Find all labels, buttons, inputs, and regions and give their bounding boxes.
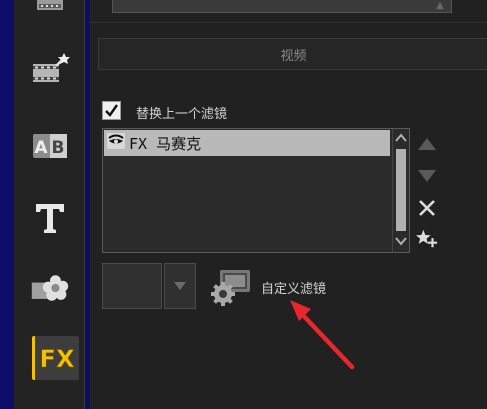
transition-a-glyph: A [34, 138, 48, 158]
scrollbar-thumb[interactable] [396, 149, 406, 231]
scroll-up-icon[interactable] [395, 132, 407, 144]
filter-options-panel: ▲ 视频 替换上一个滤镜 FX 马赛克 自定义滤镜 [90, 0, 487, 409]
chevron-down-icon [174, 282, 186, 290]
list-scrollbar[interactable] [392, 129, 409, 252]
replace-last-filter-label: 替换上一个滤镜 [136, 107, 228, 122]
favorite-add-icon[interactable] [416, 228, 438, 250]
move-up-icon[interactable] [416, 133, 438, 155]
library-toolbar: A B FX [14, 0, 85, 409]
top-arrow-icon[interactable]: ▲ [430, 0, 450, 12]
instant-project-icon[interactable] [30, 50, 70, 90]
preset-thumbnail-box[interactable] [102, 263, 162, 309]
applied-filters-list[interactable]: FX 马赛克 [102, 128, 410, 253]
custom-filter-label[interactable]: 自定义滤镜 [261, 278, 326, 297]
transition-b-glyph: B [52, 138, 65, 158]
move-down-icon[interactable] [416, 165, 438, 187]
list-item[interactable]: FX 马赛克 [104, 130, 390, 156]
custom-filter-button[interactable] [210, 266, 254, 306]
filter-fx-glyph: FX [40, 345, 75, 373]
filter-eye-icon [107, 133, 125, 153]
remove-icon[interactable] [416, 197, 438, 219]
divider [90, 22, 487, 23]
checkmark-icon [105, 104, 118, 117]
transition-icon[interactable]: A B [30, 126, 70, 166]
filter-name: FX 马赛克 [129, 134, 202, 153]
graphic-icon[interactable] [30, 268, 70, 308]
window-frame: A B FX ▲ 视频 替换上一个滤镜 FX 马赛克 自定义滤镜 [0, 0, 487, 409]
top-control-bar [112, 0, 452, 13]
scroll-down-icon[interactable] [395, 235, 407, 247]
title-icon[interactable] [30, 198, 70, 238]
filter-icon[interactable]: FX [32, 336, 79, 380]
custom-filter-icon [211, 270, 250, 306]
replace-last-filter-checkbox[interactable] [102, 101, 121, 120]
tab-video[interactable]: 视频 [98, 38, 487, 70]
media-icon[interactable] [30, 0, 70, 14]
preset-dropdown-button[interactable] [164, 263, 196, 309]
